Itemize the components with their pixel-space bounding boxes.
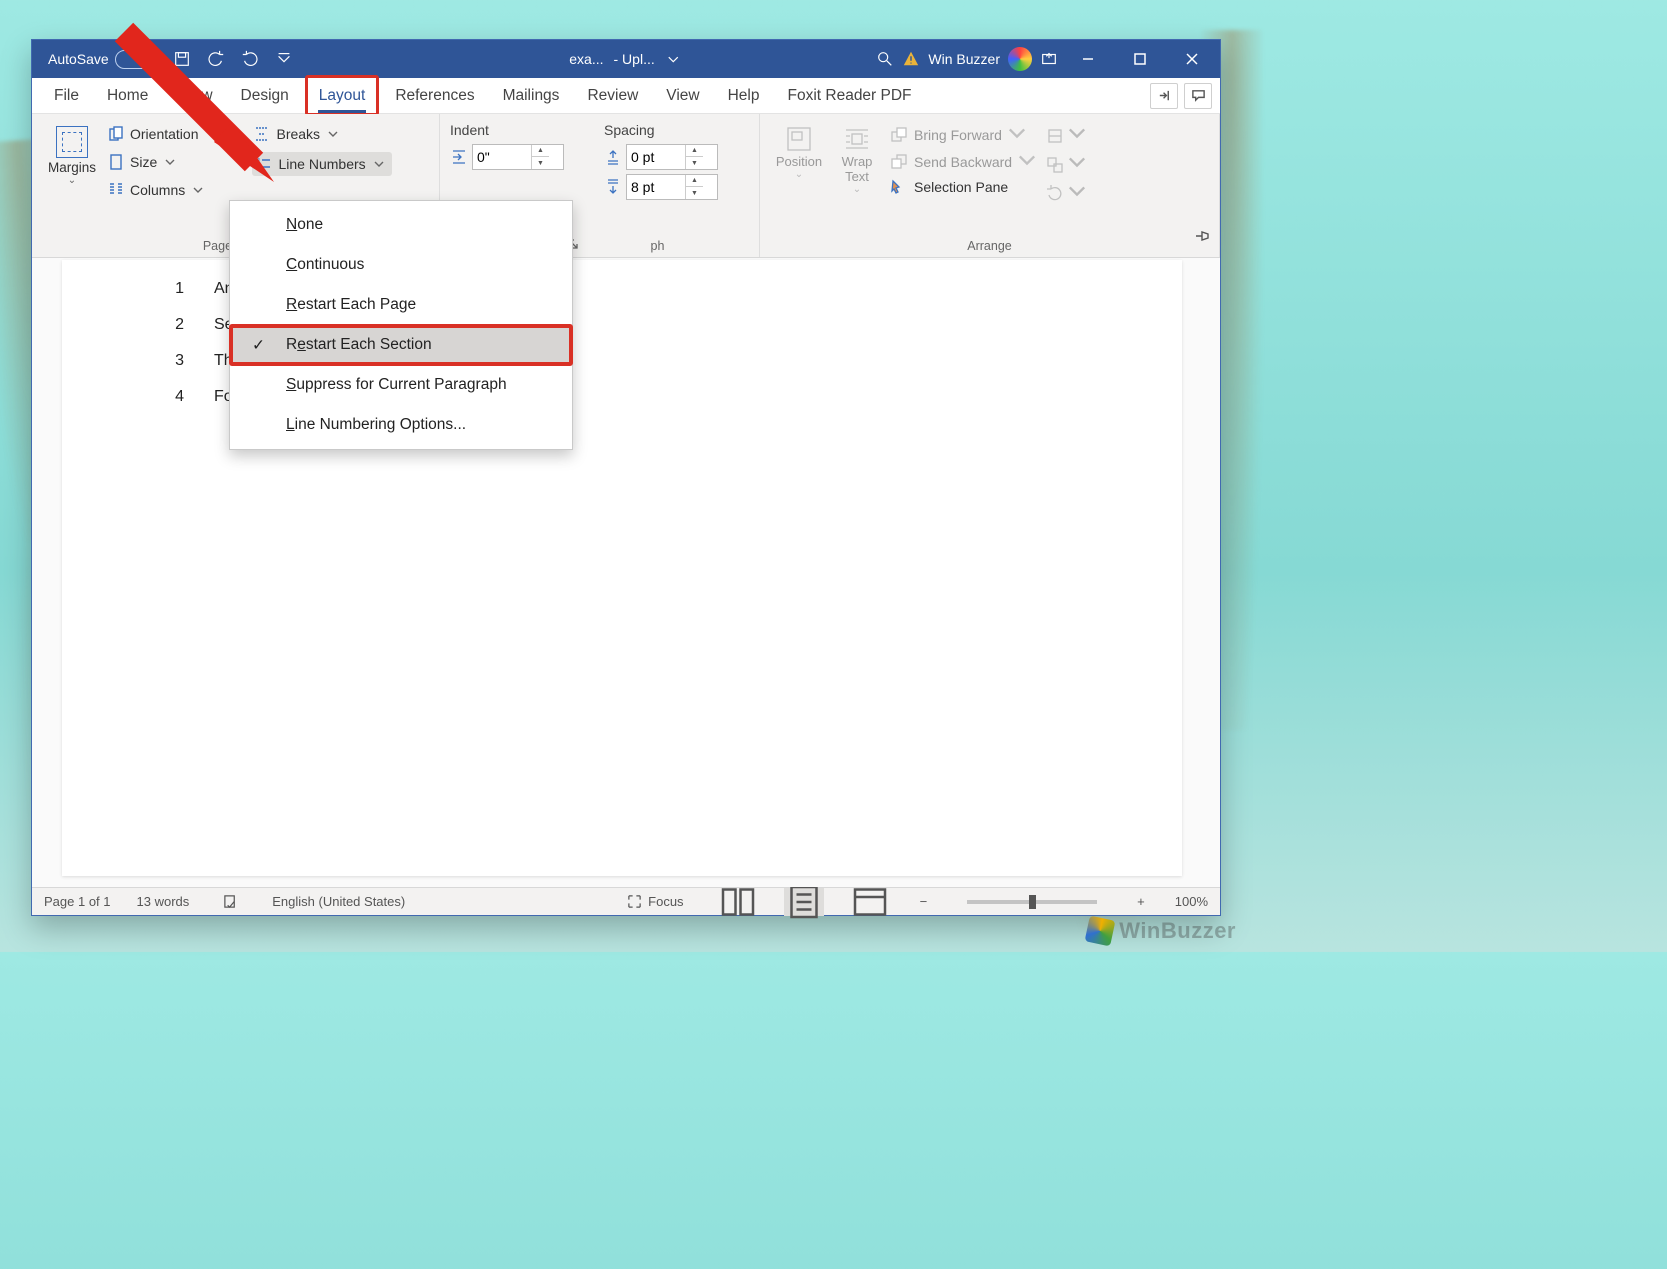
share-button[interactable] (1150, 83, 1178, 109)
close-button[interactable] (1170, 40, 1214, 78)
spacing-after-row: ▲▼ (604, 174, 718, 200)
qat-customize-icon[interactable] (275, 50, 293, 68)
send-backward-button[interactable]: Send Backward (890, 151, 1036, 172)
read-mode-view[interactable] (718, 888, 758, 916)
zoom-slider[interactable] (967, 900, 1097, 904)
spacing-before-input[interactable]: ▲▼ (626, 144, 718, 170)
line-numbers-menu: None Continuous Restart Each Page ✓ Rest… (229, 200, 573, 450)
wrap-text-button[interactable]: Wrap Text ⌄ (828, 120, 886, 195)
menu-item-none[interactable]: None (230, 205, 572, 245)
statusbar: Page 1 of 1 13 words English (United Sta… (32, 887, 1220, 915)
svg-text:2: 2 (257, 165, 261, 172)
spacing-before-row: ▲▼ (604, 144, 718, 170)
tab-design[interactable]: Design (227, 78, 303, 113)
tab-references[interactable]: References (381, 78, 488, 113)
menu-item-options[interactable]: Line Numbering Options... (230, 405, 572, 445)
position-button[interactable]: Position ⌄ (770, 120, 828, 180)
align-button[interactable] (1046, 124, 1086, 147)
document-area[interactable]: 1 An Exa 2 Second 3 Third Li 4 Fourth (32, 258, 1220, 887)
status-page[interactable]: Page 1 of 1 (44, 894, 111, 909)
margins-button[interactable]: Margins ⌄ (42, 120, 102, 186)
zoom-out-button[interactable]: − (916, 888, 932, 916)
ribbon-pin-icon[interactable] (1194, 228, 1210, 249)
group-button[interactable] (1046, 153, 1086, 176)
columns-button[interactable]: Columns (106, 180, 222, 200)
warning-icon[interactable] (902, 50, 920, 68)
document-filename: exa... (569, 51, 603, 67)
web-layout-view[interactable] (850, 888, 890, 916)
indent-left-input[interactable]: ▲▼ (472, 144, 564, 170)
autosave-label: AutoSave (48, 51, 109, 67)
watermark-logo-icon (1085, 916, 1116, 947)
selection-pane-button[interactable]: Selection Pane (890, 178, 1036, 196)
tab-mailings[interactable]: Mailings (489, 78, 574, 113)
chevron-down-icon (374, 156, 384, 172)
ribbon-tabs: File Home Draw Design Layout References … (32, 78, 1220, 114)
status-word-count[interactable]: 13 words (137, 894, 190, 909)
redo-icon[interactable] (241, 50, 259, 68)
chevron-down-icon (206, 126, 216, 142)
maximize-button[interactable] (1118, 40, 1162, 78)
document-upload-state: - Upl... (614, 51, 655, 67)
margins-label: Margins (42, 160, 102, 175)
print-layout-view[interactable] (784, 888, 824, 916)
titlebar: AutoSave Off exa... - Upl... Win Buzzer (32, 40, 1220, 78)
spacing-label: Spacing (604, 122, 718, 140)
tab-home[interactable]: Home (93, 78, 162, 113)
spacing-after-input[interactable]: ▲▼ (626, 174, 718, 200)
group-arrange: Position ⌄ Wrap Text ⌄ Bring Forward (760, 114, 1220, 257)
tab-foxit[interactable]: Foxit Reader PDF (773, 78, 925, 113)
word-window: AutoSave Off exa... - Upl... Win Buzzer … (31, 39, 1221, 916)
chevron-down-icon (328, 126, 338, 142)
size-button[interactable]: Size (106, 152, 222, 172)
search-icon[interactable] (876, 50, 894, 68)
tab-file[interactable]: File (40, 78, 93, 113)
menu-item-continuous[interactable]: Continuous (230, 245, 572, 285)
breaks-button[interactable]: Breaks (252, 124, 391, 144)
chevron-down-icon (193, 182, 203, 198)
margins-icon (56, 126, 88, 158)
orientation-button[interactable]: Orientation (106, 124, 222, 144)
svg-text:1: 1 (257, 158, 261, 165)
autosave-toggle[interactable]: AutoSave Off (48, 50, 157, 69)
status-spellcheck[interactable] (215, 888, 246, 916)
save-icon[interactable] (173, 50, 191, 68)
zoom-percent[interactable]: 100% (1175, 894, 1208, 909)
tab-draw[interactable]: Draw (162, 78, 226, 113)
tab-view[interactable]: View (652, 78, 713, 113)
check-icon: ✓ (252, 336, 268, 355)
undo-icon[interactable] (207, 50, 225, 68)
chevron-down-icon (165, 154, 175, 170)
tab-layout[interactable]: Layout (305, 75, 380, 116)
line-numbers-button[interactable]: 12 Line Numbers (252, 152, 391, 176)
autosave-state: Off (115, 50, 157, 69)
status-language[interactable]: English (United States) (272, 894, 405, 909)
chevron-down-icon (1008, 124, 1026, 145)
account-avatar-icon[interactable] (1008, 47, 1032, 71)
tab-help[interactable]: Help (714, 78, 774, 113)
tab-review[interactable]: Review (573, 78, 652, 113)
chevron-down-icon (1018, 151, 1036, 172)
ribbon-display-icon[interactable] (1040, 50, 1058, 68)
bring-forward-button[interactable]: Bring Forward (890, 124, 1036, 145)
menu-item-restart-page[interactable]: Restart Each Page (230, 285, 572, 325)
focus-button[interactable]: Focus (619, 888, 691, 916)
ribbon-body: Margins ⌄ Orientation Size (32, 114, 1220, 258)
title-dropdown-icon[interactable] (665, 50, 683, 68)
account-name[interactable]: Win Buzzer (928, 51, 1000, 67)
rotate-button[interactable] (1046, 182, 1086, 205)
comments-button[interactable] (1184, 83, 1212, 109)
zoom-in-button[interactable]: + (1133, 888, 1149, 916)
menu-item-restart-section[interactable]: ✓ Restart Each Section (230, 325, 572, 365)
indent-left-row: ▲▼ (450, 144, 564, 170)
menu-item-suppress[interactable]: Suppress for Current Paragraph (230, 365, 572, 405)
watermark: WinBuzzer (1087, 918, 1236, 944)
indent-label: Indent (450, 122, 564, 140)
group-arrange-label: Arrange (770, 235, 1209, 255)
minimize-button[interactable] (1066, 40, 1110, 78)
